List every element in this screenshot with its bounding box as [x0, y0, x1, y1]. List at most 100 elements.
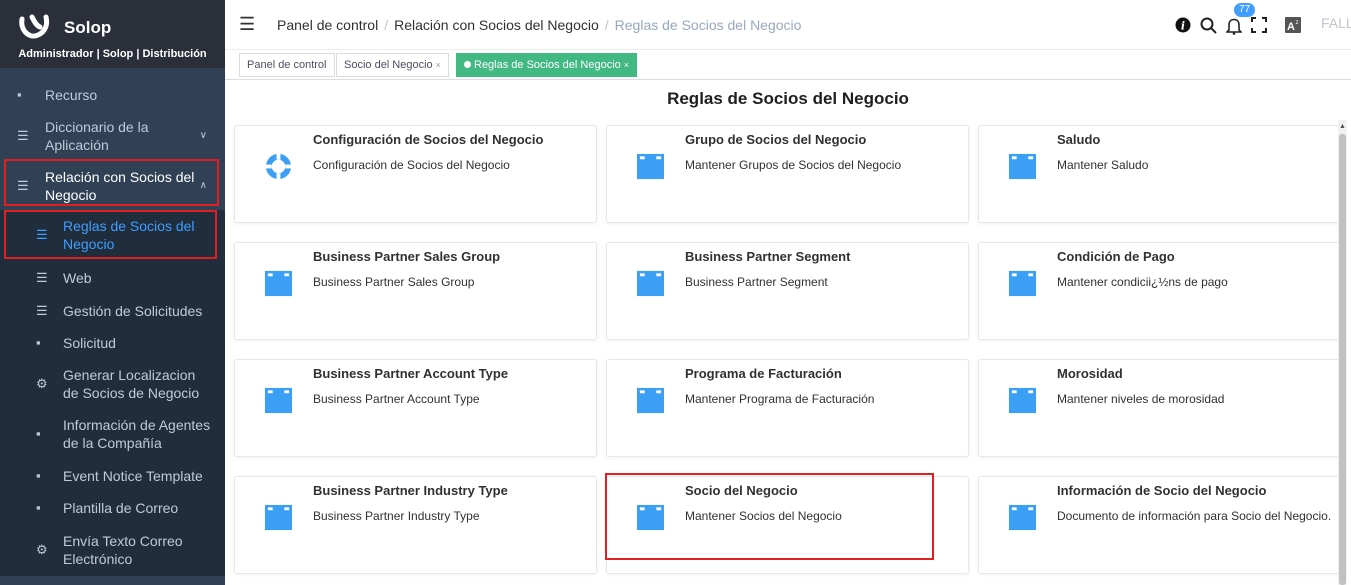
language-icon[interactable]: Az [1284, 16, 1302, 34]
sidebar-item-reglas-socios[interactable]: ☰ Reglas de Socios del Negocio [0, 210, 225, 260]
card-business-partner-sales-group[interactable]: Business Partner Sales Group Business Par… [234, 242, 597, 340]
card-description: Configuración de Socios del Negocio [313, 158, 510, 172]
breadcrumb-item[interactable]: Relación con Socios del Negocio [394, 17, 599, 33]
card-title: Business Partner Industry Type [313, 483, 508, 498]
card-informacion-de-socio-del-negocio[interactable]: Información de Socio del Negocio Document… [978, 476, 1341, 574]
sidebar-item-plantilla-correo[interactable]: ▪ Plantilla de Correo [0, 492, 225, 524]
card-title: Business Partner Segment [685, 249, 851, 264]
card-description: Mantener niveles de morosidad [1057, 392, 1225, 406]
tag-label: Panel de control [247, 59, 327, 71]
card-socio-del-negocio[interactable]: Socio del Negocio Mantener Socios del Neg… [606, 476, 969, 574]
tag-panel-control[interactable]: Panel de control [239, 53, 335, 77]
card-description: Business Partner Sales Group [313, 275, 475, 289]
svg-text:z: z [1296, 20, 1299, 26]
list-icon: ☰ [36, 270, 48, 285]
card-description: Business Partner Account Type [313, 392, 480, 406]
user-avatar[interactable]: FALL [1321, 15, 1351, 31]
breadcrumb-item-current: Reglas de Socios del Negocio [614, 17, 802, 33]
app-title: Solop [64, 18, 112, 37]
sidebar: Solop Administrador | Solop | Distribuci… [0, 0, 225, 585]
list-icon: ☰ [17, 178, 29, 193]
sidebar-item-label: Diccionario de la Aplicación [45, 119, 149, 153]
card-title: Business Partner Sales Group [313, 249, 501, 264]
close-icon[interactable]: × [436, 60, 441, 70]
scroll-up-arrow-icon[interactable]: ▲ [1339, 123, 1346, 130]
sidebar-item-label: Generar Localizacion de Socios de Negoci… [63, 367, 200, 401]
sidebar-item-informacion-agentes[interactable]: ▪ Información de Agentes de la Compañía [0, 408, 225, 460]
sidebar-item-label: Solicitud [63, 335, 116, 351]
svg-text:i: i [1181, 20, 1185, 33]
folder-icon: ▪ [17, 87, 22, 102]
card-saludo[interactable]: Saludo Mantener Saludo [978, 125, 1341, 223]
page-title: Reglas de Socios del Negocio [667, 89, 909, 108]
info-icon[interactable]: i [1175, 17, 1191, 33]
tag-reglas-socios[interactable]: Reglas de Socios del Negocio × [456, 53, 638, 77]
sidebar-item-label: Relación con Socios del Negocio [45, 169, 195, 203]
card-grupo-de-socios-del-negocio[interactable]: Grupo de Socios del Negocio Mantener Grup… [606, 125, 969, 223]
list-icon: ☰ [36, 303, 48, 318]
card-morosidad[interactable]: Morosidad Mantener niveles de morosidad [978, 359, 1341, 457]
folder-icon: ▪ [36, 500, 41, 515]
card-title: Saludo [1057, 132, 1101, 147]
card-business-partner-industry-type[interactable]: Business Partner Industry Type Business P… [234, 476, 597, 574]
bell-icon[interactable] [1226, 17, 1242, 35]
sidebar-item-gestion-solicitudes[interactable]: ☰ Gestión de Solicitudes [0, 296, 225, 326]
window-icon [1008, 153, 1037, 180]
sidebar-item-solicitud[interactable]: ▪ Solicitud [0, 326, 225, 360]
active-dot-icon [464, 61, 471, 68]
chevron-up-icon: ∧ [199, 180, 207, 191]
card-programa-de-facturacion[interactable]: Programa de Facturación Mantener Programa… [606, 359, 969, 457]
hamburger-menu-icon[interactable]: ☰ [239, 14, 255, 34]
sidebar-item-label: Web [63, 270, 92, 286]
breadcrumb-item[interactable]: Panel de control [277, 17, 378, 33]
card-title: Configuración de Socios del Negocio [313, 132, 544, 147]
settings-cog-icon [264, 152, 293, 181]
gear-icon: ⚙ [36, 376, 48, 391]
folder-icon: ▪ [36, 335, 41, 350]
card-title: Grupo de Socios del Negocio [685, 132, 867, 147]
solop-logo-icon [19, 14, 50, 39]
window-icon [636, 270, 665, 297]
card-description: Documento de información para Socio del … [1057, 509, 1332, 523]
sidebar-item-label: Recurso [45, 87, 98, 103]
scrollbar[interactable]: ▲ [1338, 120, 1347, 585]
card-business-partner-segment[interactable]: Business Partner Segment Business Partner… [606, 242, 969, 340]
tag-socio-negocio[interactable]: Socio del Negocio × [336, 53, 449, 77]
folder-icon: ▪ [36, 426, 41, 441]
tag-label: Socio del Negocio [344, 59, 433, 71]
scrollbar-thumb[interactable] [1339, 134, 1346, 585]
sidebar-item-envia-texto-correo[interactable]: ⚙ Envía Texto Correo Electrónico [0, 524, 225, 576]
sidebar-item-generar-localizacion[interactable]: ⚙ Generar Localizacion de Socios de Nego… [0, 360, 225, 408]
sidebar-item-label: Reglas de Socios del Negocio [63, 218, 195, 252]
sidebar-item-label: Envía Texto Correo Electrónico [63, 533, 183, 567]
card-description: Mantener condicii¿½ns de pago [1057, 275, 1228, 289]
navbar: ☰ Panel de control / Relación con Socios d… [225, 0, 1351, 50]
sidebar-item-event-notice[interactable]: ▪ Event Notice Template [0, 460, 225, 492]
window-icon [264, 270, 293, 297]
sidebar-item-recurso[interactable]: ▪ Recurso [0, 80, 225, 110]
notification-badge: 77 [1234, 3, 1256, 17]
card-description: Business Partner Industry Type [313, 509, 480, 523]
close-icon[interactable]: × [624, 60, 629, 70]
sidebar-item-web[interactable]: ☰ Web [0, 260, 225, 296]
main-content: Reglas de Socios del Negocio Configuraci… [225, 80, 1351, 585]
sidebar-item-diccionario[interactable]: ☰ Diccionario de la Aplicación ∨ [0, 117, 225, 155]
window-icon [264, 387, 293, 414]
card-configuracion-de-socios-del-negocio[interactable]: Configuración de Socios del Negocio Confi… [234, 125, 597, 223]
card-description: Mantener Programa de Facturación [685, 392, 875, 406]
app-subtitle: Administrador | Solop | Distribución [18, 48, 207, 60]
card-title: Socio del Negocio [685, 483, 798, 498]
sidebar-item-label: Event Notice Template [63, 468, 203, 484]
card-condicion-de-pago[interactable]: Condición de Pago Mantener condicii¿½ns d… [978, 242, 1341, 340]
card-description: Mantener Grupos de Socios del Negocio [685, 158, 902, 172]
card-business-partner-account-type[interactable]: Business Partner Account Type Business Pa… [234, 359, 597, 457]
list-icon: ☰ [17, 128, 29, 143]
fullscreen-icon[interactable] [1251, 17, 1267, 33]
logo-area[interactable]: Solop Administrador | Solop | Distribuci… [0, 0, 225, 68]
card-title: Business Partner Account Type [313, 366, 509, 381]
tags-view: Panel de control Socio del Negocio × Regl… [225, 50, 1351, 80]
search-icon[interactable] [1200, 17, 1218, 35]
sidebar-item-label: Gestión de Solicitudes [63, 303, 203, 319]
sidebar-item-relacion-socios[interactable]: ☰ Relación con Socios del Negocio ∧ [0, 165, 225, 207]
window-icon [636, 387, 665, 414]
